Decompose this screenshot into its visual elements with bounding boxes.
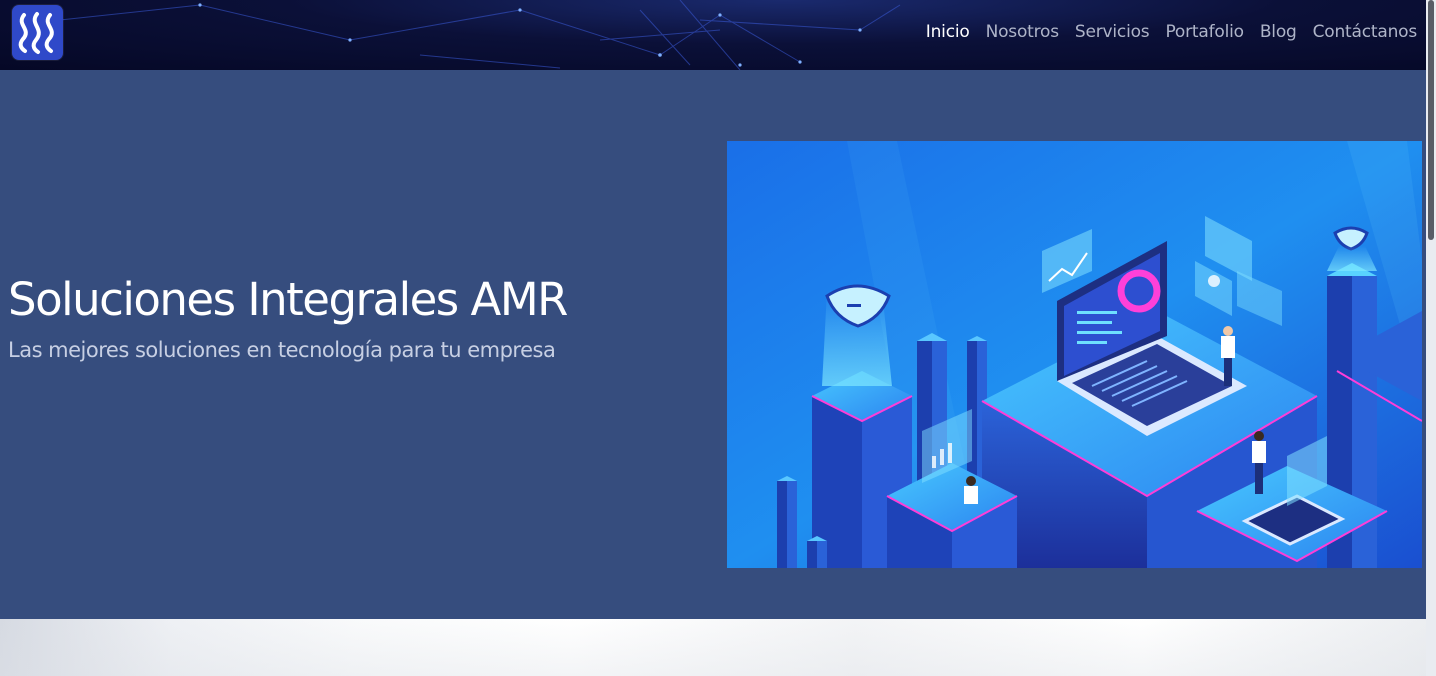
next-section-preview	[0, 619, 1426, 676]
hero-subtitle: Las mejores soluciones en tecnología par…	[8, 338, 556, 362]
nav-nosotros[interactable]: Nosotros	[978, 21, 1067, 43]
hero-section: Soluciones Integrales AMR Las mejores so…	[0, 70, 1426, 619]
hero-illustration	[727, 141, 1422, 568]
steem-logo-icon	[18, 12, 54, 54]
scrollbar[interactable]	[1426, 0, 1436, 676]
nav-blog[interactable]: Blog	[1252, 21, 1305, 43]
scrollbar-thumb[interactable]	[1428, 0, 1434, 240]
nav-portafolio[interactable]: Portafolio	[1157, 21, 1251, 43]
nav-contactanos[interactable]: Contáctanos	[1305, 21, 1425, 43]
main-nav: Inicio Nosotros Servicios Portafolio Blo…	[918, 21, 1425, 43]
isometric-tech-illustration	[727, 141, 1422, 568]
hero-title: Soluciones Integrales AMR	[8, 273, 568, 326]
nav-inicio[interactable]: Inicio	[918, 21, 978, 43]
logo[interactable]	[12, 5, 63, 60]
nav-servicios[interactable]: Servicios	[1067, 21, 1158, 43]
site-header: Inicio Nosotros Servicios Portafolio Blo…	[0, 0, 1426, 70]
